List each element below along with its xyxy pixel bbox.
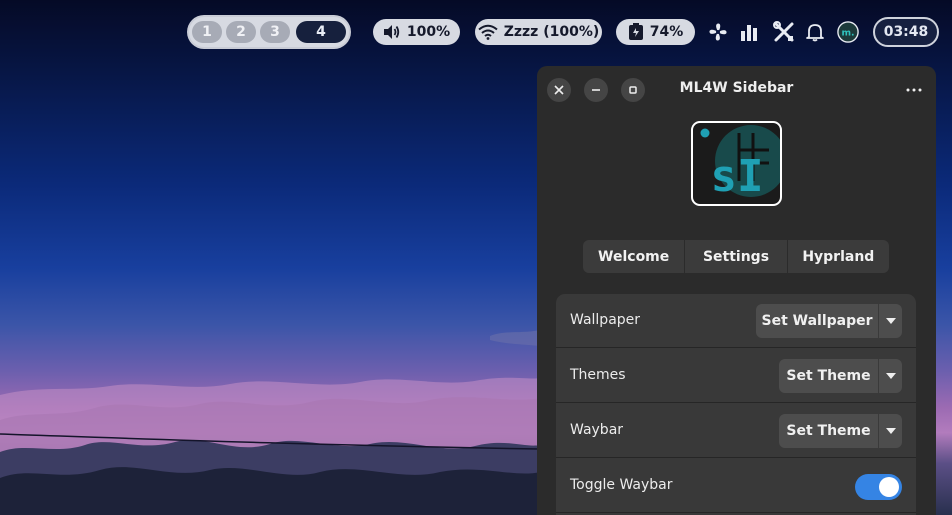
set-wallpaper-button[interactable]: Set Wallpaper [756, 304, 879, 338]
battery-label: 74% [649, 24, 684, 40]
svg-text:m.: m. [841, 28, 854, 39]
chevron-down-icon [885, 428, 896, 434]
wifi-indicator[interactable]: Zzzz (100%) [475, 19, 602, 45]
chart-bars-icon[interactable] [738, 21, 760, 43]
ml4w-logo: sI [691, 121, 782, 206]
more-dots-icon [906, 88, 922, 92]
workspace-3-button[interactable]: 3 [260, 21, 290, 43]
set-wallpaper-dropdown-button[interactable] [879, 304, 902, 338]
logo-text: sI [711, 151, 764, 202]
clock-label: 03:48 [883, 24, 929, 40]
tab-settings[interactable]: Settings [685, 240, 788, 273]
battery-indicator[interactable]: 74% [616, 19, 695, 45]
toggle-waybar-switch[interactable] [855, 474, 902, 500]
settings-list: Wallpaper Set Wallpaper Themes Set Theme… [556, 294, 916, 515]
sidebar-tabs: Welcome Settings Hyprland [583, 240, 889, 273]
workspace-1-button[interactable]: 1 [192, 21, 222, 43]
chevron-down-icon [885, 373, 896, 379]
workspace-4-button[interactable]: 4 [296, 21, 346, 43]
switch-knob [879, 477, 899, 497]
chevron-down-icon [885, 318, 896, 324]
row-label: Toggle Waybar [570, 477, 673, 493]
wifi-label: Zzzz (100%) [503, 24, 600, 40]
row-label: Themes [570, 367, 626, 383]
list-item-waybar: Waybar Set Theme [556, 404, 916, 458]
tab-hyprland[interactable]: Hyprland [788, 240, 889, 273]
battery-icon [628, 23, 643, 40]
row-label: Waybar [570, 422, 624, 438]
set-waybar-theme-button[interactable]: Set Theme [779, 414, 879, 448]
ml4w-sidebar-window: ML4W Sidebar sI Welcome Settings Hyprlan… [537, 66, 936, 515]
set-theme-dropdown-button[interactable] [879, 359, 902, 393]
tab-welcome[interactable]: Welcome [583, 240, 686, 273]
volume-label: 100% [406, 24, 451, 40]
wifi-icon [478, 24, 498, 40]
workspace-switcher: 1 2 3 4 [189, 17, 349, 47]
set-theme-button[interactable]: Set Theme [779, 359, 879, 393]
volume-indicator[interactable]: 100% [373, 19, 460, 45]
set-theme-split-button: Set Theme [779, 359, 902, 393]
set-waybar-theme-dropdown-button[interactable] [879, 414, 902, 448]
volume-icon [383, 25, 400, 39]
more-menu-button[interactable] [902, 78, 926, 102]
workspace-2-button[interactable]: 2 [226, 21, 256, 43]
window-title: ML4W Sidebar [679, 80, 794, 96]
row-label: Wallpaper [570, 312, 641, 328]
ml4w-icon[interactable]: m. [837, 21, 859, 43]
fan-icon[interactable] [707, 21, 729, 43]
clock[interactable]: 03:48 [873, 17, 939, 47]
set-waybar-theme-split-button: Set Theme [779, 414, 902, 448]
list-item-wallpaper: Wallpaper Set Wallpaper [556, 294, 916, 348]
list-item-toggle-waybar: Toggle Waybar [556, 459, 916, 513]
tools-icon[interactable] [773, 21, 795, 43]
list-item-themes: Themes Set Theme [556, 349, 916, 403]
set-wallpaper-split-button: Set Wallpaper [756, 304, 902, 338]
bell-icon[interactable] [804, 21, 826, 43]
